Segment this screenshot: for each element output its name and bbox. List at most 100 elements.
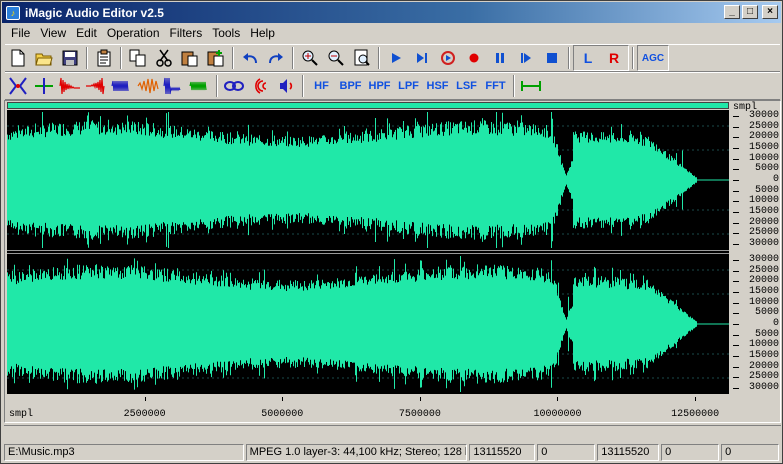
menu-help[interactable]: Help [245, 26, 280, 40]
y-tick-label: 15000 [748, 206, 779, 217]
zoom-out-icon[interactable] [324, 46, 348, 70]
left-channel-button[interactable]: L [576, 46, 600, 70]
paste-icon[interactable] [178, 46, 202, 70]
hpf-button[interactable]: HPF [366, 74, 393, 98]
play-to-end-icon[interactable] [410, 46, 434, 70]
title-bar[interactable]: ♪ iMagic Audio Editor v2.5 _ □ × [2, 2, 781, 23]
y-tick-mark [733, 222, 739, 224]
y-tick-label: 0 [772, 174, 779, 185]
right-waveform-svg [7, 256, 729, 392]
right-channel-waveform[interactable] [7, 254, 729, 394]
status-sel-length: 0 [661, 443, 720, 461]
main-toolbar: L R AGC [5, 44, 780, 72]
open-folder-icon[interactable] [32, 46, 56, 70]
loop-icon[interactable] [222, 74, 246, 98]
y-tick-mark [733, 302, 739, 304]
y-tick-mark [733, 116, 739, 117]
horizontal-scrollbar[interactable] [4, 425, 781, 439]
stretch-icon[interactable] [6, 74, 30, 98]
y-tick-mark [733, 345, 739, 347]
y-tick-mark [733, 244, 739, 245]
menu-view[interactable]: View [35, 26, 71, 40]
left-channel-waveform[interactable] [7, 110, 729, 250]
status-sel-start: 0 [537, 443, 596, 461]
reverb-icon[interactable] [274, 74, 298, 98]
x-tick-mark [557, 397, 559, 401]
y-tick-label: 30000 [748, 238, 779, 249]
select-range-icon[interactable] [519, 74, 543, 98]
x-tick-label: 5000000 [261, 409, 304, 420]
y-tick-label: 15000 [748, 286, 779, 297]
lpf-button[interactable]: LPF [395, 74, 422, 98]
y-tick-label: 5000 [754, 328, 779, 340]
lsf-button[interactable]: LSF [453, 74, 480, 98]
properties-icon[interactable] [92, 46, 116, 70]
y-tick-mark [733, 212, 739, 213]
insert-silence-icon[interactable] [32, 74, 56, 98]
minimize-button[interactable]: _ [724, 5, 740, 19]
copy-icon[interactable] [126, 46, 150, 70]
y-tick-label: 10000 [748, 195, 779, 207]
fade-in-icon[interactable] [84, 74, 108, 98]
x-tick-label: 10000000 [533, 409, 582, 420]
agc-button[interactable]: AGC [640, 46, 666, 70]
save-icon[interactable] [58, 46, 82, 70]
toolbar-separator [292, 47, 294, 69]
y-tick-mark [733, 356, 739, 357]
y-tick-mark [733, 366, 739, 368]
step-play-icon[interactable] [514, 46, 538, 70]
hf-button[interactable]: HF [308, 74, 335, 98]
redo-icon[interactable] [264, 46, 288, 70]
y-tick-label: 20000 [748, 216, 779, 228]
fft-button[interactable]: FFT [482, 74, 509, 98]
status-cursor: 0 [721, 443, 779, 461]
x-axis-unit: smpl [9, 409, 34, 420]
menu-operation[interactable]: Operation [102, 26, 165, 40]
normalize-icon[interactable] [110, 74, 134, 98]
zoom-full-icon[interactable] [350, 46, 374, 70]
y-tick-mark [733, 201, 739, 203]
toolbar-separator [378, 47, 380, 69]
cut-icon[interactable] [152, 46, 176, 70]
close-button[interactable]: × [762, 5, 778, 19]
fade-out-icon[interactable] [58, 74, 82, 98]
y-tick-label: 5000 [754, 307, 779, 319]
x-tick-label: 12500000 [671, 409, 720, 420]
echo-icon[interactable] [248, 74, 272, 98]
zoom-in-icon[interactable] [298, 46, 322, 70]
bpf-button[interactable]: BPF [337, 74, 364, 98]
undo-icon[interactable] [238, 46, 262, 70]
amplify-icon[interactable] [136, 74, 160, 98]
y-tick-label: 10000 [748, 152, 779, 164]
menu-file[interactable]: File [6, 26, 35, 40]
x-tick-label: 2500000 [123, 409, 166, 420]
record-icon[interactable] [462, 46, 486, 70]
stop-icon[interactable] [540, 46, 564, 70]
toolbar-separator [86, 47, 88, 69]
menu-edit[interactable]: Edit [71, 26, 102, 40]
overview-bar[interactable] [7, 102, 729, 109]
toolbar-separator [632, 47, 634, 69]
window-title: iMagic Audio Editor v2.5 [25, 5, 164, 20]
y-tick-label: 25000 [748, 227, 779, 239]
new-file-icon[interactable] [6, 46, 30, 70]
x-axis: smpl 2500000 5000000 7500000 10000000 125000… [7, 397, 729, 421]
status-total-samples: 13115520 [469, 443, 536, 461]
loop-play-icon[interactable] [436, 46, 460, 70]
hsf-button[interactable]: HSF [424, 74, 451, 98]
menu-filters[interactable]: Filters [165, 26, 208, 40]
compress-icon[interactable] [162, 74, 186, 98]
status-file: E:\Music.mp3 [4, 443, 244, 461]
y-tick-label: 25000 [748, 371, 779, 383]
paste-mix-icon[interactable] [204, 46, 228, 70]
y-tick-mark [733, 281, 739, 283]
toolbar-separator [232, 47, 234, 69]
equalize-icon[interactable] [188, 74, 212, 98]
play-icon[interactable] [384, 46, 408, 70]
x-tick-mark [419, 397, 421, 401]
waveform-panel[interactable]: smpl 30000 25000 20000 15000 10000 5000 0 5000 1… [4, 100, 781, 423]
maximize-button[interactable]: □ [742, 5, 758, 19]
right-channel-button[interactable]: R [602, 46, 626, 70]
pause-icon[interactable] [488, 46, 512, 70]
menu-tools[interactable]: Tools [207, 26, 245, 40]
